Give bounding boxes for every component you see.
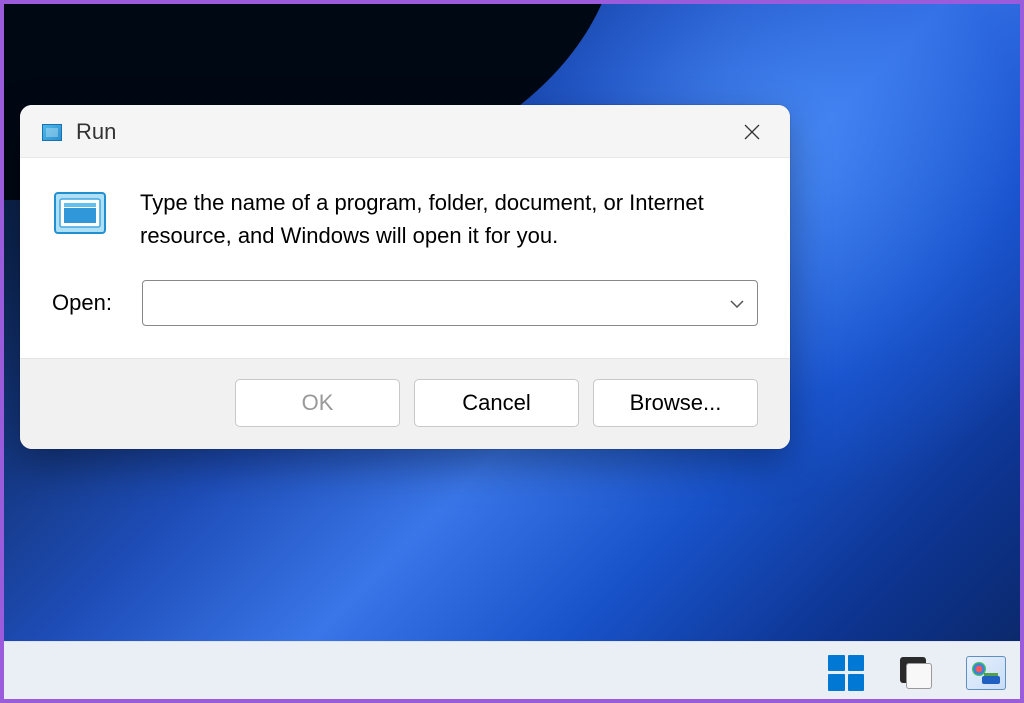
run-titlebar-icon	[42, 124, 62, 141]
dialog-title: Run	[76, 119, 116, 145]
taskbar	[0, 641, 1024, 703]
ok-button[interactable]: OK	[235, 379, 400, 427]
run-dialog: Run Type the name	[20, 105, 790, 449]
task-view-icon	[898, 655, 934, 691]
dialog-description: Type the name of a program, folder, docu…	[140, 186, 758, 252]
start-button[interactable]	[826, 653, 866, 693]
dialog-body: Type the name of a program, folder, docu…	[20, 158, 790, 358]
windows-start-icon	[828, 655, 864, 691]
open-label: Open:	[52, 290, 117, 316]
run-dialog-icon	[52, 190, 110, 238]
browse-button[interactable]: Browse...	[593, 379, 758, 427]
dialog-titlebar[interactable]: Run	[20, 105, 790, 158]
control-panel-icon	[966, 656, 1006, 690]
close-icon	[743, 123, 761, 141]
open-combobox[interactable]	[142, 280, 758, 326]
cancel-button[interactable]: Cancel	[414, 379, 579, 427]
open-input[interactable]	[142, 280, 758, 326]
task-view-button[interactable]	[896, 653, 936, 693]
pinned-app-button[interactable]	[966, 653, 1006, 693]
dialog-button-row: OK Cancel Browse...	[20, 358, 790, 449]
close-button[interactable]	[732, 117, 772, 147]
desktop-wallpaper: Run Type the name	[0, 0, 1024, 703]
